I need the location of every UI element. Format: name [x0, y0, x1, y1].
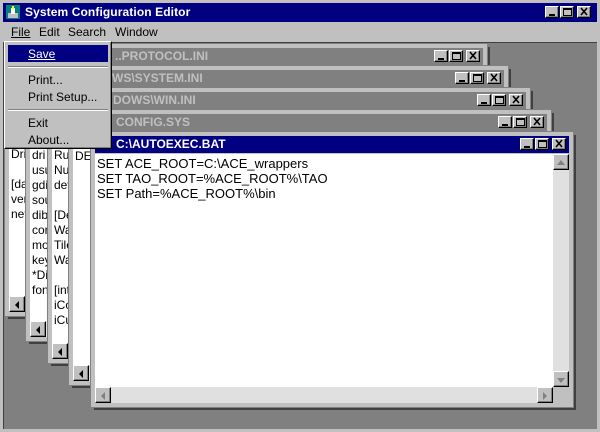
minimize-icon: [524, 146, 530, 148]
minimize-icon: [459, 80, 465, 82]
window-win-ini-minimize-button[interactable]: [477, 94, 491, 106]
window-system-ini-close-button[interactable]: [487, 72, 501, 84]
arrow-up-icon: [557, 160, 565, 165]
close-icon: [580, 7, 588, 16]
scroll-right-button[interactable]: [537, 387, 553, 403]
window-protocol-ini-title: ..PROTOCOL.INI: [115, 49, 209, 63]
scroll-up-button[interactable]: [553, 154, 569, 170]
app-icon: [6, 5, 20, 19]
window-protocol-ini-maximize-button[interactable]: [449, 50, 463, 62]
close-button[interactable]: [577, 6, 591, 18]
arrow-right-icon: [543, 392, 547, 400]
arrow-left-icon: [101, 392, 105, 400]
menu-edit[interactable]: Edit: [39, 25, 60, 39]
menu-separator: [8, 109, 108, 111]
file-menu-dropdown: Save Print... Print Setup... Exit About.…: [4, 41, 112, 149]
close-icon: [469, 51, 477, 60]
scroll-left-button[interactable]: [52, 343, 68, 359]
window-autoexec-bat[interactable]: C:\AUTOEXEC.BAT SET ACE_ROOT=C:\ACE_wrap…: [91, 132, 573, 407]
maximize-icon: [563, 8, 572, 16]
scroll-left-button[interactable]: [73, 365, 89, 381]
close-icon: [490, 73, 498, 82]
menu-search[interactable]: Search: [68, 25, 106, 39]
window-win-ini-title-bar[interactable]: DOWS\WIN.INI: [52, 92, 526, 109]
window-win-ini-maximize-button[interactable]: [492, 94, 506, 106]
scroll-left-button[interactable]: [95, 387, 111, 403]
minimize-button[interactable]: [545, 6, 559, 18]
menu-item-print-setup[interactable]: Print Setup...: [8, 88, 108, 105]
minimize-icon: [481, 102, 487, 104]
menu-item-save[interactable]: Save: [8, 45, 108, 62]
close-icon: [533, 117, 541, 126]
editor-text[interactable]: SET ACE_ROOT=C:\ACE_wrappers SET TAO_ROOT…: [97, 156, 328, 201]
menu-item-about[interactable]: About...: [8, 131, 108, 148]
main-title-bar[interactable]: System Configuration Editor: [3, 3, 597, 22]
editor-line: SET Path=%ACE_ROOT%\bin: [97, 186, 276, 201]
window-config-sys-title-bar[interactable]: CONFIG.SYS: [73, 114, 547, 131]
scroll-down-button[interactable]: [553, 371, 569, 387]
window-system-ini-title: WS\SYSTEM.INI: [112, 71, 203, 85]
menu-bar: File Edit Search Window: [3, 23, 597, 42]
window-protocol-ini-minimize-button[interactable]: [434, 50, 448, 62]
close-icon: [555, 139, 563, 148]
menu-window[interactable]: Window: [115, 25, 158, 39]
close-icon: [512, 95, 520, 104]
arrow-down-icon: [557, 378, 565, 383]
window-config-sys-close-button[interactable]: [530, 116, 544, 128]
window-autoexec-bat-editor[interactable]: SET ACE_ROOT=C:\ACE_wrappers SET TAO_ROOT…: [95, 154, 569, 403]
arrow-left-icon: [36, 326, 40, 334]
maximize-icon: [495, 96, 504, 104]
menu-item-exit[interactable]: Exit: [8, 114, 108, 131]
scroll-left-button[interactable]: [30, 321, 46, 337]
menu-separator: [8, 66, 108, 68]
window-win-ini-close-button[interactable]: [509, 94, 523, 106]
window-autoexec-bat-close-button[interactable]: [552, 138, 566, 150]
window-config-sys-text: DE: [75, 149, 92, 163]
scrollbar-corner: [553, 387, 569, 403]
horizontal-scrollbar[interactable]: [95, 387, 553, 403]
minimize-icon: [549, 14, 555, 16]
window-system-ini-maximize-button[interactable]: [470, 72, 484, 84]
vertical-scrollbar[interactable]: [553, 154, 569, 387]
window-config-sys-maximize-button[interactable]: [513, 116, 527, 128]
arrow-left-icon: [58, 348, 62, 356]
maximize-button[interactable]: [560, 6, 574, 18]
window-autoexec-bat-title: C:\AUTOEXEC.BAT: [116, 137, 226, 151]
editor-line: SET TAO_ROOT=%ACE_ROOT%\TAO: [97, 171, 328, 186]
maximize-icon: [516, 118, 525, 126]
window-win-ini-title: DOWS\WIN.INI: [113, 93, 196, 107]
app-title: System Configuration Editor: [25, 5, 191, 19]
window-autoexec-bat-maximize-button[interactable]: [535, 138, 549, 150]
scroll-left-button[interactable]: [9, 296, 25, 312]
window-protocol-ini-close-button[interactable]: [466, 50, 480, 62]
menu-item-print[interactable]: Print...: [8, 71, 108, 88]
maximize-icon: [538, 140, 547, 148]
editor-line: SET ACE_ROOT=C:\ACE_wrappers: [97, 156, 309, 171]
window-config-sys-title: CONFIG.SYS: [116, 115, 191, 129]
window-config-sys-minimize-button[interactable]: [498, 116, 512, 128]
application-window: System Configuration Editor File Edit Se…: [0, 0, 600, 432]
arrow-left-icon: [79, 370, 83, 378]
window-autoexec-bat-minimize-button[interactable]: [520, 138, 534, 150]
menu-file[interactable]: File: [11, 25, 30, 39]
window-system-ini-minimize-button[interactable]: [455, 72, 469, 84]
minimize-icon: [438, 58, 444, 60]
maximize-icon: [473, 74, 482, 82]
arrow-left-icon: [15, 301, 19, 309]
maximize-icon: [452, 52, 461, 60]
window-autoexec-bat-title-bar[interactable]: C:\AUTOEXEC.BAT: [95, 136, 569, 153]
minimize-icon: [502, 124, 508, 126]
